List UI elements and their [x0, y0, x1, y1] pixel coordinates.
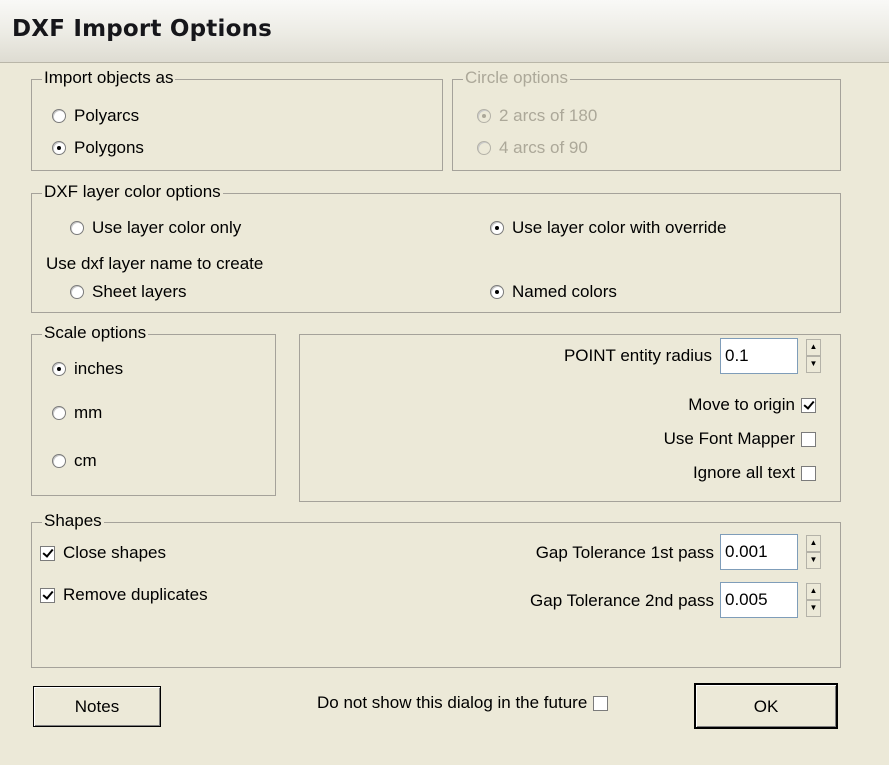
- radio-mm-control[interactable]: [52, 406, 66, 420]
- spin-down-icon[interactable]: ▼: [806, 600, 821, 617]
- radio-2-arcs-label: 2 arcs of 180: [499, 106, 598, 125]
- radio-cm[interactable]: cm: [52, 451, 97, 471]
- point-radius-spinner[interactable]: 0.1 ▲ ▼: [720, 338, 821, 374]
- shapes-group: Shapes Close shapes Remove duplicates Ga…: [31, 511, 841, 668]
- radio-2-arcs-control[interactable]: [477, 109, 491, 123]
- gap1-label: Gap Tolerance 1st pass: [535, 543, 714, 562]
- close-shapes-checkbox[interactable]: [40, 545, 55, 561]
- radio-polyarcs[interactable]: Polyarcs: [52, 106, 139, 126]
- radio-4-arcs-label: 4 arcs of 90: [499, 138, 588, 157]
- layer-color-legend: DXF layer color options: [42, 182, 223, 202]
- scale-options-group: Scale options inches mm cm: [31, 323, 276, 496]
- radio-inches[interactable]: inches: [52, 359, 123, 379]
- radio-inches-label: inches: [74, 359, 124, 378]
- circle-options-group: Circle options 2 arcs of 180 4 arcs of 9…: [452, 68, 841, 171]
- remove-duplicates-checkbox[interactable]: [40, 587, 55, 603]
- scale-options-legend: Scale options: [42, 323, 149, 343]
- dont-show-label: Do not show this dialog in the future: [317, 693, 588, 712]
- gap1-spinner[interactable]: 0.001 ▲ ▼: [720, 534, 821, 570]
- remove-duplicates-row[interactable]: Remove duplicates: [40, 585, 208, 605]
- gap2-input[interactable]: 0.005: [720, 582, 798, 618]
- close-shapes-label: Close shapes: [63, 543, 167, 562]
- point-radius-label: POINT entity radius: [563, 346, 712, 365]
- radio-polyarcs-label: Polyarcs: [74, 106, 140, 125]
- dont-show-row[interactable]: Do not show this dialog in the future: [317, 693, 609, 713]
- radio-2-arcs[interactable]: 2 arcs of 180: [477, 106, 597, 126]
- use-font-mapper-checkbox[interactable]: [801, 431, 816, 447]
- ignore-all-text-row[interactable]: Ignore all text: [693, 463, 816, 483]
- radio-sheet-layers[interactable]: Sheet layers: [70, 282, 187, 302]
- radio-use-layer-color-override[interactable]: Use layer color with override: [490, 218, 726, 238]
- spin-up-icon[interactable]: ▲: [806, 339, 821, 356]
- radio-sheet-layers-control[interactable]: [70, 285, 84, 299]
- use-font-mapper-row[interactable]: Use Font Mapper: [664, 429, 816, 449]
- move-to-origin-label: Move to origin: [688, 395, 795, 414]
- radio-mm[interactable]: mm: [52, 403, 102, 423]
- spin-down-icon[interactable]: ▼: [806, 552, 821, 569]
- spin-down-icon[interactable]: ▼: [806, 356, 821, 373]
- import-objects-legend: Import objects as: [42, 68, 176, 88]
- window-title: DXF Import Options: [12, 16, 273, 42]
- title-bar[interactable]: DXF Import Options: [0, 0, 889, 63]
- circle-options-legend: Circle options: [463, 68, 570, 88]
- radio-named-colors-control[interactable]: [490, 285, 504, 299]
- radio-mm-label: mm: [74, 403, 103, 422]
- radio-cm-control[interactable]: [52, 454, 66, 468]
- import-objects-group: Import objects as Polyarcs Polygons: [31, 68, 443, 171]
- radio-polygons-label: Polygons: [74, 138, 144, 157]
- close-shapes-row[interactable]: Close shapes: [40, 543, 166, 563]
- use-font-mapper-label: Use Font Mapper: [663, 429, 795, 448]
- radio-polygons[interactable]: Polygons: [52, 138, 144, 158]
- spin-up-icon[interactable]: ▲: [806, 535, 821, 552]
- gap1-arrows[interactable]: ▲ ▼: [806, 535, 821, 569]
- layer-color-group: DXF layer color options Use layer color …: [31, 182, 841, 313]
- move-to-origin-row[interactable]: Move to origin: [688, 395, 816, 415]
- radio-polyarcs-control[interactable]: [52, 109, 66, 123]
- ignore-all-text-checkbox[interactable]: [801, 465, 816, 481]
- point-radius-input[interactable]: 0.1: [720, 338, 798, 374]
- ok-button[interactable]: OK: [694, 683, 838, 729]
- radio-use-layer-color-override-control[interactable]: [490, 221, 504, 235]
- shapes-legend: Shapes: [42, 511, 104, 531]
- move-to-origin-checkbox[interactable]: [801, 397, 816, 413]
- gap2-arrows[interactable]: ▲ ▼: [806, 583, 821, 617]
- radio-cm-label: cm: [74, 451, 97, 470]
- radio-use-layer-color-only-control[interactable]: [70, 221, 84, 235]
- radio-named-colors[interactable]: Named colors: [490, 282, 617, 302]
- dont-show-checkbox[interactable]: [593, 695, 609, 711]
- radio-use-layer-color-override-label: Use layer color with override: [512, 218, 727, 237]
- radio-named-colors-label: Named colors: [512, 282, 617, 301]
- radio-4-arcs[interactable]: 4 arcs of 90: [477, 138, 588, 158]
- gap2-label: Gap Tolerance 2nd pass: [530, 591, 714, 610]
- radio-use-layer-color-only-label: Use layer color only: [92, 218, 242, 237]
- radio-4-arcs-control[interactable]: [477, 141, 491, 155]
- ignore-all-text-label: Ignore all text: [692, 463, 795, 482]
- radio-use-layer-color-only[interactable]: Use layer color only: [70, 218, 241, 238]
- remove-duplicates-label: Remove duplicates: [63, 585, 208, 604]
- spin-up-icon[interactable]: ▲: [806, 583, 821, 600]
- point-options-panel: POINT entity radius 0.1 ▲ ▼ Move to orig…: [299, 334, 841, 502]
- point-radius-arrows[interactable]: ▲ ▼: [806, 339, 821, 373]
- radio-sheet-layers-label: Sheet layers: [92, 282, 187, 301]
- radio-polygons-control[interactable]: [52, 141, 66, 155]
- create-from-layer-label: Use dxf layer name to create: [46, 254, 264, 273]
- gap2-spinner[interactable]: 0.005 ▲ ▼: [720, 582, 821, 618]
- notes-button[interactable]: Notes: [33, 686, 161, 727]
- gap1-input[interactable]: 0.001: [720, 534, 798, 570]
- radio-inches-control[interactable]: [52, 362, 66, 376]
